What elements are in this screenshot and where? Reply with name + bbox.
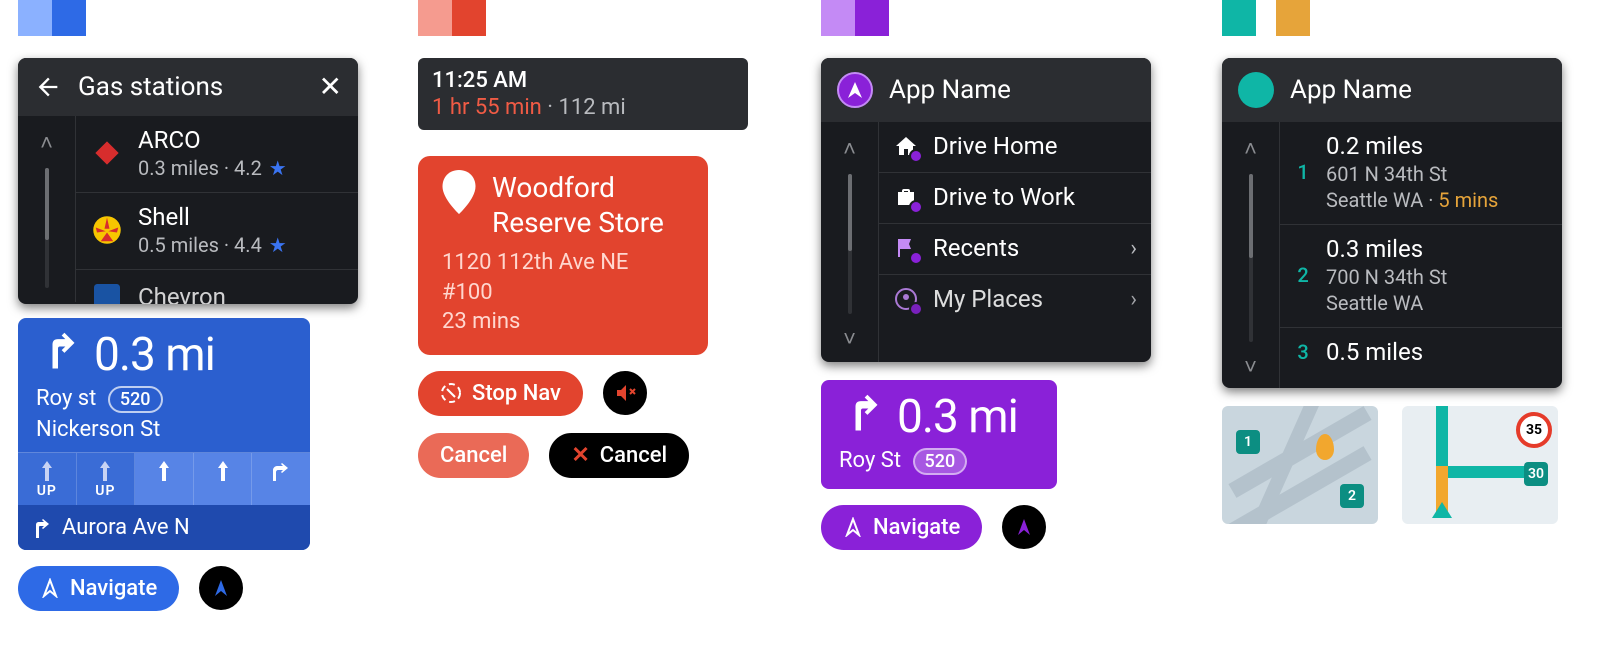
app-title: App Name: [889, 75, 1135, 105]
mute-icon: [613, 381, 637, 405]
cancel-button[interactable]: Cancel: [418, 433, 529, 478]
distance-row[interactable]: 2 0.3 miles 700 N 34th St Seattle WA: [1280, 225, 1562, 328]
mute-button[interactable]: [601, 369, 649, 417]
turn-right-small-icon: [32, 518, 52, 538]
trip-summary: 11:25 AM 1 hr 55 min · 112 mi: [418, 58, 748, 130]
result-row[interactable]: Chevron: [76, 270, 358, 304]
theme-bar-blue: [18, 0, 358, 36]
route-badge: 520: [913, 448, 968, 475]
stop-nav-button[interactable]: Stop Nav: [418, 371, 583, 416]
chevron-right-icon: ›: [1130, 287, 1137, 312]
nav-arrow-icon: [1014, 517, 1034, 537]
brand-icon-shell: [90, 213, 124, 247]
location-pin-icon: [442, 170, 476, 220]
scrollbar[interactable]: ˄ ˅: [821, 122, 879, 362]
recenter-button[interactable]: [197, 564, 245, 612]
lane-straight-icon: [155, 461, 173, 481]
route-badge: 520: [108, 386, 163, 413]
result-name: Chevron: [138, 283, 226, 304]
menu-item-recents[interactable]: Recents ›: [879, 224, 1151, 275]
theme-bar-red: [418, 0, 748, 36]
scrollbar[interactable]: ˄: [18, 116, 76, 302]
distance-row[interactable]: 3 0.5 miles: [1280, 328, 1562, 378]
app-title: App Name: [1290, 75, 1546, 105]
close-icon: ✕: [571, 443, 589, 468]
trip-eta: 1 hr 55 min · 112 mi: [432, 95, 734, 120]
navigate-button[interactable]: Navigate: [821, 505, 982, 550]
nav-street-line: Roy st 520: [36, 386, 292, 413]
theme-bar-teal: [1222, 0, 1562, 36]
nav-arrow-icon: [211, 578, 231, 598]
map-marker-icon: [1316, 434, 1334, 460]
scroll-up-icon[interactable]: ˄: [843, 130, 856, 168]
next-step: Aurora Ave N: [18, 505, 310, 550]
menu-item-places[interactable]: My Places ›: [879, 275, 1151, 325]
scroll-down-icon[interactable]: ˅: [1244, 348, 1257, 386]
star-icon: ★: [264, 233, 287, 257]
scroll-up-icon[interactable]: ˄: [1244, 130, 1257, 168]
menu-item-home[interactable]: Drive Home: [879, 122, 1151, 173]
result-name: Shell: [138, 203, 287, 231]
app-icon: [1238, 72, 1274, 108]
lane-straight-icon: [38, 461, 56, 481]
map-preview[interactable]: 1 2: [1222, 406, 1378, 524]
map-pin: 1: [1236, 430, 1260, 454]
navigate-button[interactable]: Navigate: [18, 566, 179, 611]
destination-address: 1120 112th Ave NE #100 23 mins: [442, 248, 684, 337]
destination-card[interactable]: Woodford Reserve Store 1120 112th Ave NE…: [418, 156, 708, 355]
nav-distance: 0.3 mi: [897, 390, 1018, 444]
scroll-down-icon[interactable]: ˅: [843, 320, 856, 358]
nav-arrow-icon: [843, 517, 863, 537]
trip-time: 11:25 AM: [432, 68, 734, 93]
stop-nav-icon: [440, 382, 462, 404]
chevron-right-icon: ›: [1130, 236, 1137, 261]
cancel-outline-button[interactable]: ✕ Cancel: [547, 431, 691, 480]
nav-street-line: Nickerson St: [36, 417, 292, 442]
search-results-card: Gas stations ✕ ˄ ARCO 0.3 miles · 4.2 ★: [18, 58, 358, 304]
close-icon[interactable]: ✕: [319, 73, 342, 101]
lane-right-icon: [270, 461, 292, 481]
distance-list-card: App Name ˄ ˅ 1 0.2 miles 601 N 34th St S…: [1222, 58, 1562, 388]
map-preview[interactable]: 35 30: [1402, 406, 1558, 524]
star-icon: ★: [264, 156, 287, 180]
app-icon: [837, 72, 873, 108]
result-row[interactable]: ARCO 0.3 miles · 4.2 ★: [76, 116, 358, 193]
map-pin: 2: [1340, 484, 1364, 508]
nav-arrow-icon: [40, 578, 60, 598]
result-name: ARCO: [138, 126, 287, 154]
back-arrow-icon[interactable]: [34, 73, 62, 101]
brand-icon-chevron: [90, 280, 124, 304]
result-meta: 0.3 miles · 4.2 ★: [138, 156, 287, 180]
turn-right-icon: [839, 392, 883, 442]
recenter-button[interactable]: [1000, 503, 1048, 551]
search-title: Gas stations: [78, 72, 303, 102]
scroll-up-icon[interactable]: ˄: [40, 124, 53, 162]
app-list-card: App Name ˄ ˅ Drive Home Dri: [821, 58, 1151, 362]
nav-distance: 0.3 mi: [94, 328, 215, 382]
nav-card: 0.3 mi Roy St 520: [821, 380, 1057, 489]
result-meta: 0.5 miles · 4.4 ★: [138, 233, 287, 257]
lane-straight-icon: [96, 461, 114, 481]
scrollbar[interactable]: ˄ ˅: [1222, 122, 1280, 388]
nav-arrow-icon: [846, 81, 864, 99]
theme-bar-purple: [821, 0, 1151, 36]
nav-street-line: Roy St 520: [839, 448, 1039, 475]
distance-row[interactable]: 1 0.2 miles 601 N 34th St Seattle WA · 5…: [1280, 122, 1562, 225]
menu-item-work[interactable]: Drive to Work: [879, 173, 1151, 224]
speed-limit-sign: 35: [1516, 412, 1552, 448]
current-location-icon: [1432, 502, 1452, 518]
nav-card: 0.3 mi Roy st 520 Nickerson St UP UP Aur…: [18, 318, 310, 550]
brand-icon-arco: [90, 136, 124, 170]
turn-right-icon: [36, 330, 80, 380]
lane-guidance: UP UP: [18, 452, 310, 505]
destination-name: Woodford Reserve Store: [492, 170, 664, 240]
map-pin: 30: [1524, 462, 1548, 486]
result-row[interactable]: Shell 0.5 miles · 4.4 ★: [76, 193, 358, 270]
lane-straight-icon: [214, 461, 232, 481]
